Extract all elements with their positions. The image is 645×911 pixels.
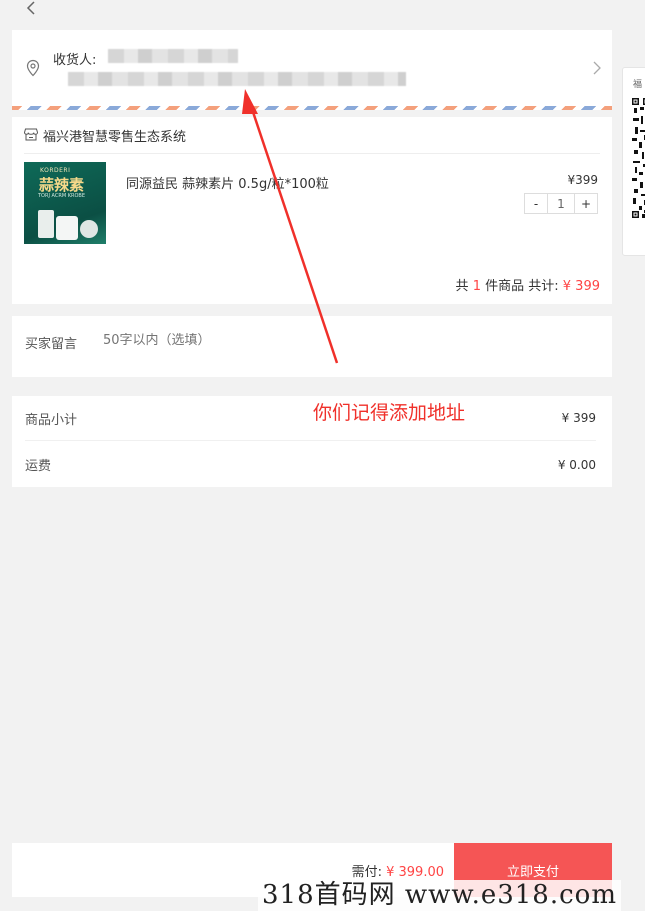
need-pay-value: ¥ 399.00 — [386, 865, 444, 880]
subtotal-label: 商品小计 — [25, 412, 78, 428]
quantity-stepper[interactable]: - 1 + — [524, 193, 598, 214]
decrease-quantity-button[interactable]: - — [525, 194, 547, 213]
subtotal-row: 商品小计 ¥ 399 — [25, 396, 596, 441]
product-image-title: 蒜辣素 — [39, 176, 85, 194]
order-summary: 共 1 件商品 共计: ¥ 399 — [456, 275, 600, 294]
buyer-message-card: 买家留言 — [12, 316, 612, 377]
side-panel-label: 福 — [633, 80, 643, 90]
shop-card: 福兴港智慧零售生态系统 KORDERI 蒜辣素 TORJ ACRM KROBE … — [12, 117, 612, 304]
chevron-left-icon[interactable] — [22, 0, 42, 18]
receiver-address-blurred — [68, 72, 406, 86]
summary-prefix: 共 — [455, 279, 469, 294]
product-box — [56, 216, 78, 240]
address-card[interactable]: 收货人: — [12, 30, 612, 110]
increase-quantity-button[interactable]: + — [575, 194, 597, 213]
top-bar — [0, 0, 645, 28]
product-bottle — [38, 210, 54, 238]
receiver-label: 收货人: — [53, 53, 97, 68]
cost-card: 商品小计 ¥ 399 运费 ¥ 0.00 — [12, 396, 612, 487]
receiver-name-blurred — [108, 49, 238, 63]
product-name[interactable]: 同源益民 蒜辣素片 0.5g/粒*100粒 — [126, 173, 329, 192]
annotation-text: 你们记得添加地址 — [313, 402, 466, 424]
shipping-label: 运费 — [25, 459, 52, 474]
product-image-brand: KORDERI — [40, 167, 71, 174]
airmail-border — [12, 106, 612, 110]
side-panel[interactable]: 福 — [622, 67, 645, 256]
product-price: ¥399 — [567, 173, 598, 187]
shipping-value: ¥ 0.00 — [557, 457, 596, 472]
store-icon — [24, 128, 38, 141]
need-pay-label: 需付: — [351, 865, 382, 880]
summary-total: ¥ 399 — [562, 279, 600, 294]
quantity-value[interactable]: 1 — [547, 194, 575, 213]
buyer-message-label: 买家留言 — [25, 337, 78, 352]
location-pin-icon — [26, 59, 40, 77]
summary-mid: 件商品 共计: — [485, 279, 559, 294]
divider — [24, 153, 600, 154]
product-image-subtitle: TORJ ACRM KROBE — [38, 193, 86, 199]
product-image[interactable]: KORDERI 蒜辣素 TORJ ACRM KROBE — [24, 162, 106, 244]
summary-count: 1 — [472, 279, 481, 294]
chevron-right-icon[interactable] — [592, 60, 602, 76]
store-name[interactable]: 福兴港智慧零售生态系统 — [43, 126, 186, 145]
shipping-row: 运费 ¥ 0.00 — [25, 442, 596, 487]
watermark: 318首码网 www.e318.com — [258, 880, 621, 911]
buyer-message-input[interactable] — [103, 333, 403, 348]
product-dish — [80, 220, 98, 238]
need-pay: 需付: ¥ 399.00 — [352, 861, 444, 880]
subtotal-value: ¥ 399 — [561, 411, 596, 425]
qr-code-icon — [632, 98, 645, 218]
